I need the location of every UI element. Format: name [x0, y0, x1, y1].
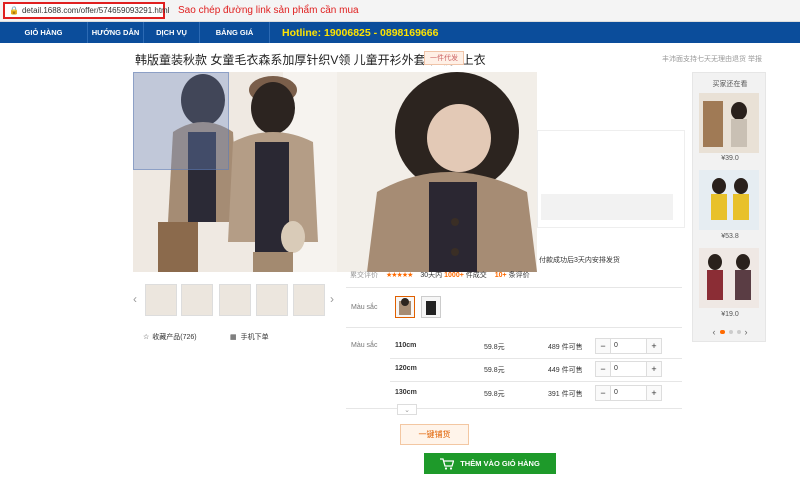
increment-button[interactable]: + [647, 386, 661, 400]
thumb-next-icon[interactable]: › [330, 292, 334, 306]
star-icon: ☆ [143, 334, 150, 341]
sold-unit: 件成交 [465, 272, 487, 279]
decrement-button[interactable]: − [596, 362, 610, 376]
lock-icon: 🔒 [9, 6, 19, 15]
size-stock: 391 件可售 [548, 391, 583, 398]
price-panel: 付款成功后3天内安排发货 [537, 72, 685, 264]
sold-count: 1000+ [444, 272, 464, 279]
thumbnail[interactable] [145, 284, 177, 316]
favorite-label: 收藏产品(726) [152, 334, 197, 341]
browser-bar: 🔒 detail.1688.com/offer/574659093291.htm… [0, 0, 800, 22]
zoom-photo [337, 72, 537, 272]
qr-code-icon: ▦ [230, 334, 237, 341]
size-name: 130cm [395, 389, 417, 396]
size-name: 120cm [395, 365, 417, 372]
recommendations-sidebar: 买家还在看 ¥39.0 ¥53.8 ¥19.0 ‹ › [692, 72, 766, 342]
expand-more-button[interactable]: ⌄ [397, 404, 417, 415]
price-grey-area [541, 194, 673, 220]
thumbnail-strip: ‹ › [133, 284, 338, 316]
pager-dot[interactable] [728, 330, 733, 334]
quantity-input[interactable]: 0 [610, 339, 647, 353]
pager-dot[interactable] [736, 330, 741, 334]
size-label: Màu sắc [351, 342, 378, 349]
quantity-stepper: − 0 + [595, 385, 662, 401]
size-row: 120cm 59.8元 449 件可售 − 0 + [395, 361, 665, 379]
url-bar[interactable]: 🔒 detail.1688.com/offer/574659093291.htm… [3, 2, 169, 19]
thumbnail[interactable] [181, 284, 213, 316]
nav-cart[interactable]: GIỎ HÀNG [0, 22, 88, 43]
size-stock: 449 件可售 [548, 367, 583, 374]
favorite-link[interactable]: ☆ 收藏产品(726) [143, 332, 197, 342]
size-stock: 489 件可售 [548, 344, 583, 351]
sidebar-title: 买家还在看 [712, 81, 748, 88]
size-price: 59.8元 [484, 344, 505, 351]
nav-pricing[interactable]: BẢNG GIÁ [200, 22, 270, 43]
sales-stats: 累交评价 ★★★★★ 30天内 1000+ 件成交 10+ 条评价 [350, 270, 530, 280]
recommended-item[interactable] [699, 248, 759, 308]
nav-guide[interactable]: HƯỚNG DẪN [88, 22, 144, 43]
add-to-cart-button[interactable]: THÊM VÀO GIỎ HÀNG [424, 453, 556, 474]
size-price: 59.8元 [484, 367, 505, 374]
dropship-tag: 一件代发 [424, 51, 464, 65]
chevron-left-icon[interactable]: ‹ [713, 327, 716, 337]
add-to-cart-label: THÊM VÀO GIỎ HÀNG [460, 459, 540, 468]
pager-dot[interactable] [719, 330, 725, 334]
copy-link-note: Sao chép đường link sản phẩm cần mua [178, 5, 359, 16]
shipping-note: 付款成功后3天内安排发货 [539, 257, 620, 264]
recommended-price: ¥39.0 [721, 155, 739, 162]
quantity-input[interactable]: 0 [610, 362, 647, 376]
increment-button[interactable]: + [647, 339, 661, 353]
color-option-black[interactable] [421, 296, 441, 318]
cart-icon [440, 457, 455, 470]
url-text: detail.1688.com/offer/574659093291.html [21, 6, 170, 15]
divider [390, 358, 682, 359]
size-name: 110cm [395, 342, 417, 349]
color-label: Màu sắc [351, 304, 378, 311]
zoom-preview-image [337, 72, 537, 272]
hotline: Hotline: 19006825 - 0898169666 [282, 26, 439, 39]
thumbnail[interactable] [256, 284, 288, 316]
mobile-order-link[interactable]: ▦ 手机下单 [230, 332, 269, 342]
stats-label: 累交评价 [350, 272, 378, 279]
size-price: 59.8元 [484, 391, 505, 398]
review-count[interactable]: 10+ [495, 272, 507, 279]
mobile-order-label: 手机下单 [240, 334, 269, 341]
main-nav: GIỎ HÀNG HƯỚNG DẪN DỊCH VỤ BẢNG GIÁ Hotl… [0, 22, 800, 43]
nav-services[interactable]: DỊCH VỤ [144, 22, 200, 43]
thumb-prev-icon[interactable]: ‹ [133, 292, 137, 306]
size-row: 130cm 59.8元 391 件可售 − 0 + [395, 385, 665, 403]
zoom-lens[interactable] [133, 72, 229, 170]
thumbnail[interactable] [293, 284, 325, 316]
review-unit: 条评价 [508, 272, 530, 279]
recommended-price: ¥19.0 [721, 311, 739, 318]
recommended-price: ¥53.8 [721, 233, 739, 240]
color-option-beige[interactable] [395, 296, 415, 318]
decrement-button[interactable]: − [596, 386, 610, 400]
size-row: 110cm 59.8元 489 件可售 − 0 + [395, 338, 665, 356]
divider [390, 381, 682, 382]
rating-stars-icon: ★★★★★ [386, 272, 413, 279]
quantity-input[interactable]: 0 [610, 386, 647, 400]
decrement-button[interactable]: − [596, 339, 610, 353]
chevron-right-icon[interactable]: › [745, 327, 748, 337]
one-key-dropship-button[interactable]: 一键铺货 [400, 424, 469, 445]
service-links[interactable]: 丰沛面支持七天无理由退货 举报 [662, 54, 762, 64]
recommended-item[interactable] [699, 170, 759, 230]
divider [346, 287, 682, 288]
increment-button[interactable]: + [647, 362, 661, 376]
thumbnail[interactable] [219, 284, 251, 316]
recommended-item[interactable] [699, 93, 759, 153]
quantity-stepper: − 0 + [595, 361, 662, 377]
divider [346, 327, 682, 328]
quantity-stepper: − 0 + [595, 338, 662, 354]
stats-days: 30天内 [420, 272, 443, 279]
sidebar-pager: ‹ › [693, 327, 767, 337]
